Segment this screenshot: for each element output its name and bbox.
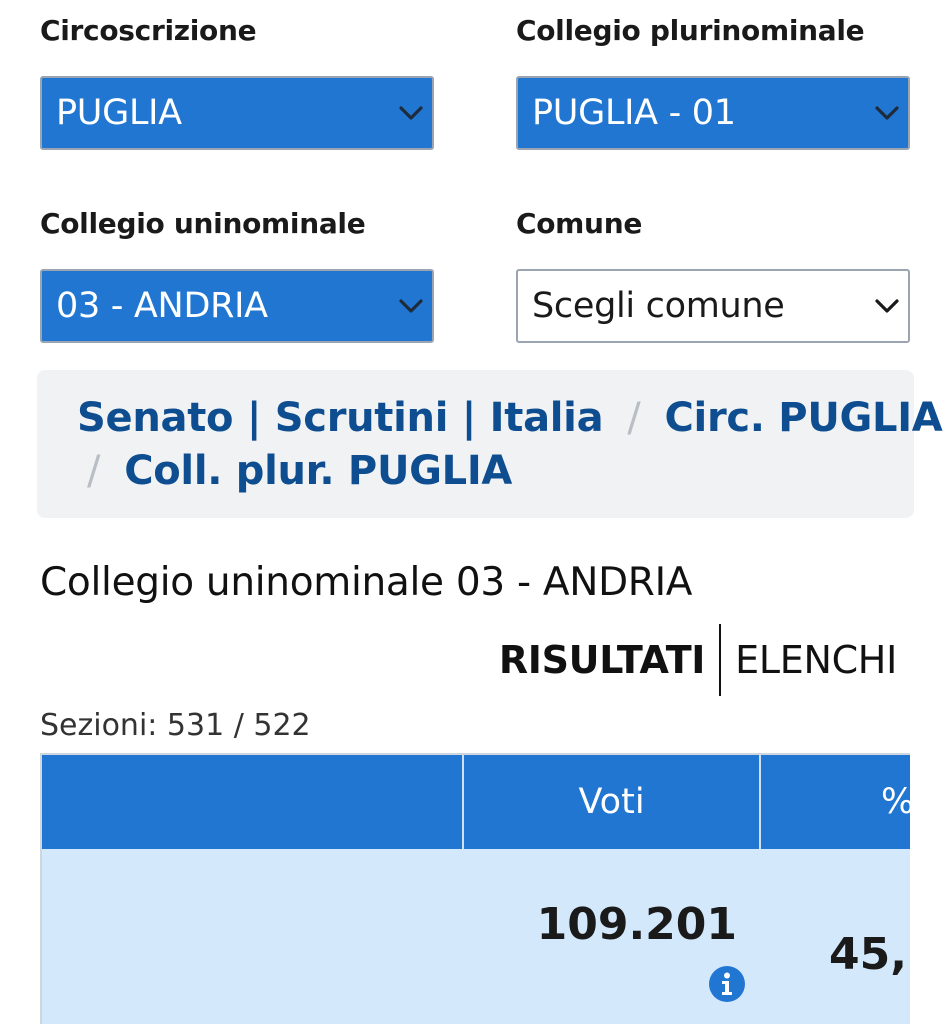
collegio-plurinominale-select[interactable]: PUGLIA - 01 (516, 76, 910, 150)
page-title: Collegio uninominale 03 - ANDRIA (40, 560, 693, 605)
row-cell-voti: 109.201 (464, 849, 761, 1024)
tab-risultati[interactable]: RISULTATI (499, 638, 719, 682)
results-table: Voti % 109.201 45,5 (40, 753, 910, 1024)
collegio-plurinominale-label: Collegio plurinominale (516, 14, 865, 47)
breadcrumb-item-circ[interactable]: Circ. PUGLIA (664, 395, 942, 441)
circoscrizione-value: PUGLIA (56, 93, 182, 133)
comune-select[interactable]: Scegli comune (516, 269, 910, 343)
collegio-plurinominale-value: PUGLIA - 01 (532, 93, 736, 133)
info-icon[interactable] (708, 965, 746, 1003)
results-tabs: RISULTATI ELENCHI (499, 624, 897, 696)
tab-elenchi[interactable]: ELENCHI (721, 638, 897, 682)
collegio-uninominale-label: Collegio uninominale (40, 207, 366, 240)
breadcrumb-separator: / (627, 395, 641, 441)
collegio-uninominale-value: 03 - ANDRIA (56, 286, 268, 326)
table-header: Voti % (42, 755, 910, 849)
chevron-down-icon (875, 106, 899, 120)
comune-value: Scegli comune (532, 286, 785, 326)
row-cell-name (42, 849, 464, 1024)
header-cell-name (42, 755, 464, 849)
circoscrizione-label: Circoscrizione (40, 14, 257, 47)
page: Circoscrizione PUGLIA Collegio plurinomi… (0, 0, 951, 1024)
chevron-down-icon (399, 106, 423, 120)
header-cell-percent: % (761, 755, 910, 849)
header-cell-voti: Voti (464, 755, 761, 849)
percent-value: 45,5 (829, 929, 910, 980)
breadcrumb-item-coll-plur[interactable]: Coll. plur. PUGLIA (124, 448, 512, 494)
collegio-uninominale-select[interactable]: 03 - ANDRIA (40, 269, 434, 343)
votes-value: 109.201 (536, 899, 737, 950)
breadcrumb-separator: / (87, 448, 101, 494)
breadcrumb-item-senato[interactable]: Senato | Scrutini | Italia (77, 395, 604, 441)
chevron-down-icon (875, 299, 899, 313)
comune-label: Comune (516, 207, 643, 240)
breadcrumb: Senato | Scrutini | Italia / Circ. PUGLIA … (37, 370, 943, 518)
table-row: 109.201 45,5 (42, 849, 910, 1024)
chevron-down-icon (399, 299, 423, 313)
circoscrizione-select[interactable]: PUGLIA (40, 76, 434, 150)
row-cell-percent: 45,5 (761, 849, 910, 1024)
sections-count: Sezioni: 531 / 522 (40, 708, 311, 743)
